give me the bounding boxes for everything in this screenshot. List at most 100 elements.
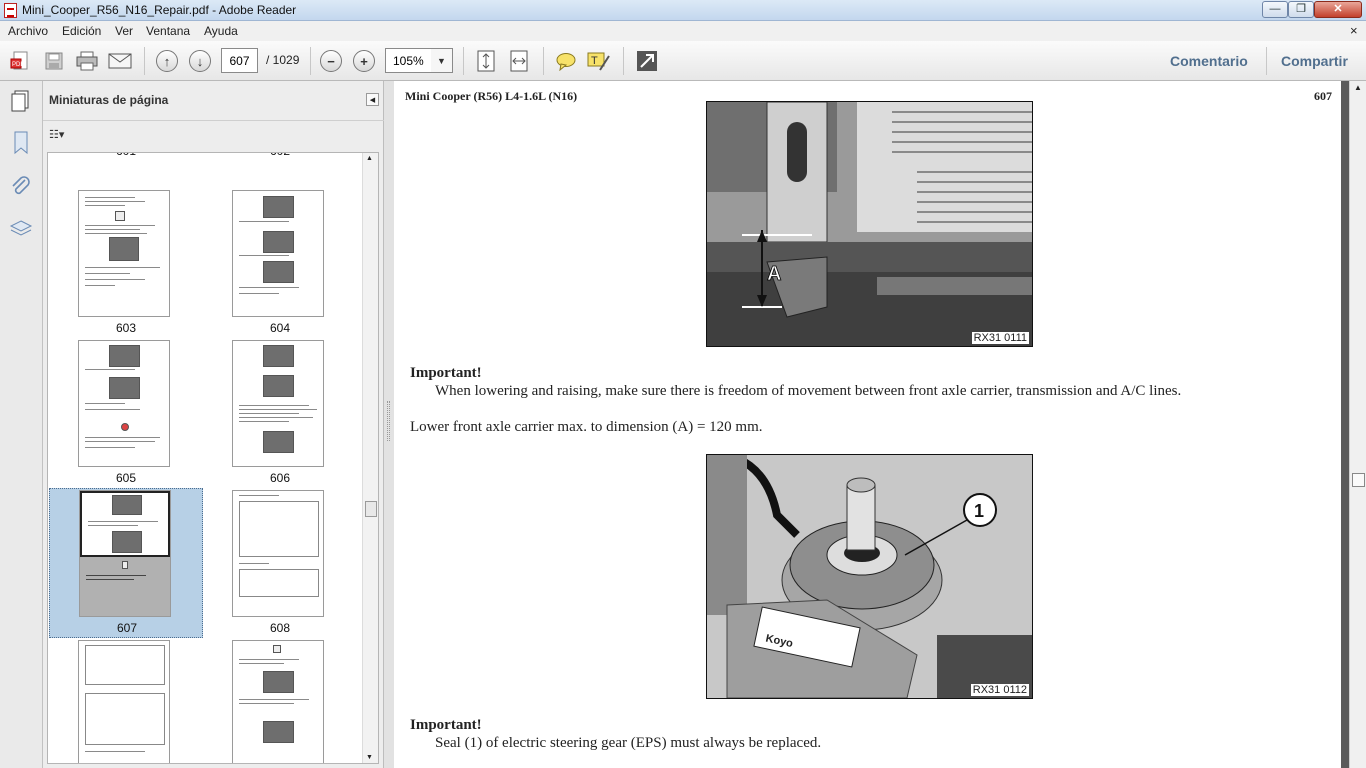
figure-front-axle-carrier: A RX31 0111 (706, 101, 1033, 347)
panel-splitter[interactable] (384, 81, 394, 768)
layers-icon[interactable] (7, 215, 35, 243)
thumbnail-label: 607 (116, 621, 138, 635)
toolbar-separator (1266, 47, 1267, 75)
page-thumbnail (78, 640, 170, 763)
important1-title: Important! (410, 365, 482, 381)
page-thumbnail (232, 490, 324, 617)
email-icon[interactable] (107, 48, 133, 74)
scroll-down-icon[interactable]: ▼ (366, 754, 373, 761)
attachments-icon[interactable] (7, 173, 35, 201)
print-icon[interactable] (74, 48, 100, 74)
thumbnail-item-selected[interactable]: 607 (49, 488, 203, 638)
menu-ventana[interactable]: Ventana (146, 24, 190, 38)
menu-edicion[interactable]: Edición (62, 24, 101, 38)
panel-title: Miniaturas de página (49, 93, 169, 107)
panel-header: Miniaturas de página ◀ (11, 81, 384, 121)
zoom-in-icon[interactable]: + (351, 48, 377, 74)
fit-width-icon[interactable] (506, 48, 532, 74)
document-header-title: Mini Cooper (R56) L4-1.6L (N16) (405, 89, 578, 103)
pdf-page: Mini Cooper (R56) L4-1.6L (N16) 607 A RX… (394, 81, 1341, 768)
document-view: Mini Cooper (R56) L4-1.6L (N16) 607 A RX… (394, 81, 1349, 768)
figure1-caption: RX31 0111 (971, 332, 1029, 344)
thumbnail-label: 602 (203, 153, 357, 158)
zoom-dropdown-chevron-icon[interactable]: ▼ (431, 48, 453, 73)
page-total: / 1029 (266, 53, 300, 67)
save-icon[interactable] (41, 48, 67, 74)
thumbnails-header-icon (9, 89, 33, 116)
scrollbar-thumb[interactable] (1352, 473, 1365, 487)
page-number-input[interactable] (221, 48, 258, 73)
comentario-button[interactable]: Comentario (1170, 53, 1248, 69)
figure2-callout-label: 1 (974, 501, 984, 521)
close-button[interactable]: ✕ (1314, 1, 1362, 18)
thumbnail-label: 604 (269, 321, 291, 335)
document-page-number: 607 (1314, 89, 1332, 103)
page-thumbnail (232, 190, 324, 317)
zoom-input[interactable] (385, 48, 432, 73)
thumbnail-label: 601 (49, 153, 203, 158)
toolbar-separator (310, 47, 311, 75)
thumbnail-label: 606 (269, 471, 291, 485)
minimize-button[interactable]: — (1262, 1, 1288, 18)
full-screen-icon[interactable] (634, 48, 660, 74)
thumbnail-item[interactable]: 608 (203, 490, 357, 640)
important2-title: Important! (410, 717, 482, 733)
page-thumbnail (78, 340, 170, 467)
previous-page-icon[interactable]: ↑ (154, 48, 180, 74)
thumbnail-item[interactable]: 602 (203, 153, 357, 163)
page-thumbnail (232, 640, 324, 763)
toolbar-separator (463, 47, 464, 75)
thumbnail-label: 603 (115, 321, 137, 335)
menu-bar: Archivo Edición Ver Ventana Ayuda × (0, 21, 1366, 41)
next-page-icon[interactable]: ↓ (187, 48, 213, 74)
create-pdf-icon[interactable]: PDF (8, 48, 34, 74)
highlight-text-icon[interactable]: T (586, 48, 612, 74)
thumbnail-scrollbar[interactable]: ▲ ▼ (362, 153, 378, 763)
scroll-up-icon[interactable]: ▲ (1354, 83, 1362, 92)
compartir-button[interactable]: Compartir (1281, 53, 1348, 69)
thumbnail-list: 601 602 603 604 (47, 152, 379, 764)
thumbnail-label: 605 (115, 471, 137, 485)
thumbnail-item[interactable]: 605 (49, 340, 203, 490)
figure1-dimension-label: A (767, 263, 781, 285)
zoom-out-icon[interactable]: − (318, 48, 344, 74)
page-thumbnail (78, 190, 170, 317)
document-scrollbar[interactable]: ▲ (1349, 81, 1366, 768)
fit-page-icon[interactable] (473, 48, 499, 74)
maximize-button[interactable]: ❐ (1288, 1, 1314, 18)
figure2-caption: RX31 0112 (970, 684, 1029, 696)
navigation-pane-bar (0, 81, 43, 768)
comment-note-icon[interactable] (553, 48, 579, 74)
thumbnail-item[interactable]: 601 (49, 153, 203, 163)
scrollbar-thumb[interactable] (365, 501, 377, 517)
thumbnail-item[interactable]: 606 (203, 340, 357, 490)
thumbnail-label: 608 (269, 621, 291, 635)
thumbnail-item[interactable] (203, 640, 357, 763)
instruction-text: Lower front axle carrier max. to dimensi… (410, 419, 763, 435)
document-close-icon[interactable]: × (1350, 23, 1358, 38)
title-bar: Mini_Cooper_R56_N16_Repair.pdf - Adobe R… (0, 0, 1366, 21)
svg-text:PDF: PDF (12, 62, 24, 68)
thumbnail-item[interactable]: 603 (49, 190, 203, 340)
page-thumbnails-panel: Miniaturas de página ◀ ☷▾ 601 602 603 (11, 81, 384, 768)
scroll-up-icon[interactable]: ▲ (366, 155, 373, 162)
page-thumbnail (232, 340, 324, 467)
toolbar-separator (623, 47, 624, 75)
figure-steering-gear-seal: Koyo 1 RX31 0112 (706, 454, 1033, 699)
menu-ver[interactable]: Ver (115, 24, 133, 38)
menu-ayuda[interactable]: Ayuda (204, 24, 238, 38)
window-title: Mini_Cooper_R56_N16_Repair.pdf - Adobe R… (22, 3, 297, 17)
thumbnail-item[interactable] (49, 640, 203, 763)
adobe-reader-icon (4, 3, 17, 18)
toolbar-separator (543, 47, 544, 75)
bookmarks-icon[interactable] (7, 129, 35, 157)
thumbnail-item[interactable]: 604 (203, 190, 357, 340)
options-menu-icon[interactable]: ☷▾ (49, 128, 75, 146)
toolbar: PDF ↑ ↓ − + T (0, 41, 1366, 81)
menu-archivo[interactable]: Archivo (8, 24, 48, 38)
svg-text:T: T (591, 55, 598, 67)
important1-text: When lowering and raising, make sure the… (435, 383, 1182, 399)
toolbar-separator (144, 47, 145, 75)
important2-text: Seal (1) of electric steering gear (EPS)… (435, 735, 822, 751)
collapse-panel-icon[interactable]: ◀ (366, 93, 379, 106)
